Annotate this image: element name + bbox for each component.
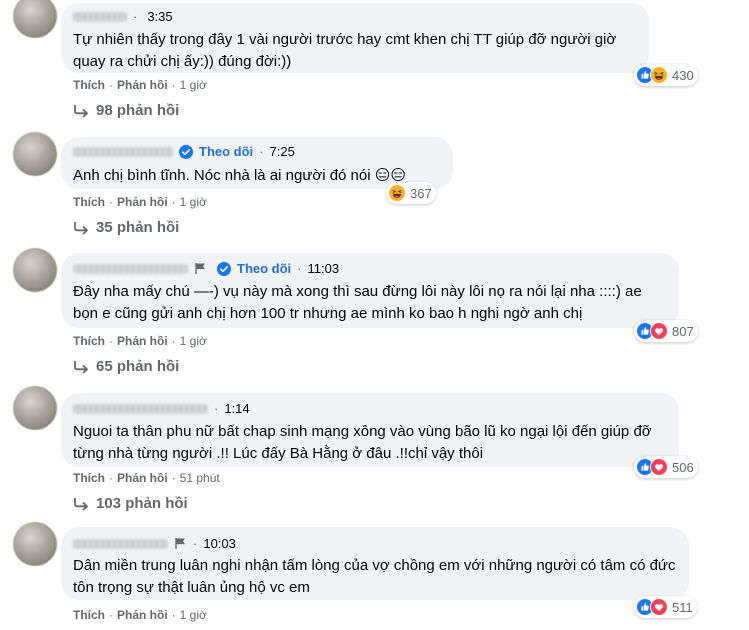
avatar[interactable] — [13, 522, 57, 566]
replies-count-label: 35 phản hồi — [96, 219, 180, 236]
verified-icon — [179, 145, 193, 159]
comment-text: Đây nha mấy chú —-) vụ này mà xong thì s… — [73, 283, 642, 322]
view-replies-link[interactable]: 35 phản hồi — [73, 219, 179, 236]
love-icon — [650, 598, 668, 616]
reactions-summary[interactable]: 511 — [634, 596, 697, 618]
reaction-count: 430 — [672, 67, 694, 83]
comment-time[interactable]: 7:25 — [270, 144, 295, 159]
separator-dot: · — [297, 261, 302, 276]
separator-dot: · — [109, 78, 113, 92]
follow-button[interactable]: Theo dõi — [199, 144, 253, 159]
comment-age[interactable]: 1 giờ — [180, 334, 207, 348]
author-name-blurred[interactable] — [73, 263, 188, 274]
reaction-count: 506 — [672, 459, 694, 475]
separator-dot: · — [171, 195, 176, 209]
like-button[interactable]: Thích — [73, 195, 105, 209]
comment-text: Anh chị bình tĩnh. Nóc nhà là ai người đ… — [73, 167, 407, 184]
comment-age[interactable]: 1 giờ — [180, 195, 207, 209]
reply-arrow-icon — [73, 221, 89, 235]
comment-time[interactable]: 3:35 — [147, 9, 172, 24]
comment-time[interactable]: 1:14 — [224, 401, 249, 416]
separator-dot: · — [133, 9, 138, 24]
like-button[interactable]: Thích — [73, 78, 105, 92]
comment-text: Nguoi ta thân phu nữ bất chap sinh mạng … — [73, 423, 652, 462]
replies-count-label: 65 phản hồi — [96, 358, 180, 375]
separator-dot: · — [171, 334, 176, 348]
replies-count-label: 103 phản hồi — [96, 495, 188, 512]
author-name-blurred[interactable] — [73, 146, 173, 157]
reply-arrow-icon — [73, 104, 89, 118]
view-replies-link[interactable]: 98 phản hồi — [73, 102, 179, 119]
separator-dot: · — [171, 471, 176, 485]
comment-age[interactable]: 1 giờ — [180, 78, 207, 92]
reaction-count: 367 — [410, 185, 432, 201]
love-icon — [650, 322, 668, 340]
comment-time[interactable]: 11:03 — [308, 261, 340, 276]
like-button[interactable]: Thích — [73, 608, 105, 622]
haha-icon — [388, 184, 406, 202]
comment-age[interactable]: 1 giờ — [180, 608, 207, 622]
reply-button[interactable]: Phản hồi — [117, 334, 168, 348]
comment-age[interactable]: 51 phút — [180, 471, 220, 485]
reply-arrow-icon — [73, 497, 89, 511]
separator-dot: · — [171, 78, 176, 92]
comment-bubble: Theo dõi · 11:03 Đây nha mấy chú —-) vụ … — [61, 253, 679, 328]
verified-icon — [217, 262, 231, 276]
separator-dot: · — [214, 401, 219, 416]
comment-bubble: · 10:03 Dân miền trung luân nghi nhận tấ… — [61, 527, 689, 600]
haha-icon — [650, 66, 668, 84]
view-replies-link[interactable]: 103 phản hồi — [73, 495, 188, 512]
reactions-summary[interactable]: 807 — [634, 320, 698, 342]
reaction-count: 807 — [672, 323, 694, 339]
love-icon — [650, 458, 668, 476]
comment-bubble: · 3:35 Tự nhiên thấy trong đây 1 vài ngư… — [61, 3, 649, 73]
avatar[interactable] — [13, 386, 57, 430]
reply-button[interactable]: Phản hồi — [117, 608, 168, 622]
reactions-summary[interactable]: 506 — [634, 456, 698, 478]
comment-text: Dân miền trung luân nghi nhận tấm lòng c… — [73, 557, 676, 596]
separator-dot: · — [109, 334, 113, 348]
separator-dot: · — [109, 608, 113, 622]
avatar[interactable] — [13, 132, 57, 176]
author-name-blurred[interactable] — [73, 403, 208, 414]
author-name-blurred[interactable] — [73, 11, 127, 22]
like-button[interactable]: Thích — [73, 471, 105, 485]
avatar[interactable] — [13, 248, 57, 292]
reply-button[interactable]: Phản hồi — [117, 195, 168, 209]
reply-button[interactable]: Phản hồi — [117, 471, 168, 485]
comment-text: Tự nhiên thấy trong đây 1 vài người trướ… — [73, 31, 617, 70]
reactions-summary[interactable]: 430 — [634, 64, 698, 86]
separator-dot: · — [193, 536, 198, 551]
separator-dot: · — [171, 608, 176, 622]
flag-icon — [194, 262, 207, 275]
separator-dot: · — [109, 471, 113, 485]
comment-time[interactable]: 10:03 — [203, 536, 236, 551]
reactions-summary[interactable]: 367 — [386, 182, 436, 204]
view-replies-link[interactable]: 65 phản hồi — [73, 358, 179, 375]
author-name-blurred[interactable] — [73, 538, 168, 549]
reply-button[interactable]: Phản hồi — [117, 78, 168, 92]
replies-count-label: 98 phản hồi — [96, 102, 180, 119]
flag-icon — [174, 537, 187, 550]
follow-button[interactable]: Theo dõi — [237, 261, 291, 276]
comment-bubble: · 1:14 Nguoi ta thân phu nữ bất chap sin… — [61, 393, 679, 467]
reaction-count: 511 — [672, 599, 693, 615]
reply-arrow-icon — [73, 360, 89, 374]
like-button[interactable]: Thích — [73, 334, 105, 348]
separator-dot: · — [259, 144, 264, 159]
avatar[interactable] — [13, 0, 57, 38]
separator-dot: · — [109, 195, 113, 209]
